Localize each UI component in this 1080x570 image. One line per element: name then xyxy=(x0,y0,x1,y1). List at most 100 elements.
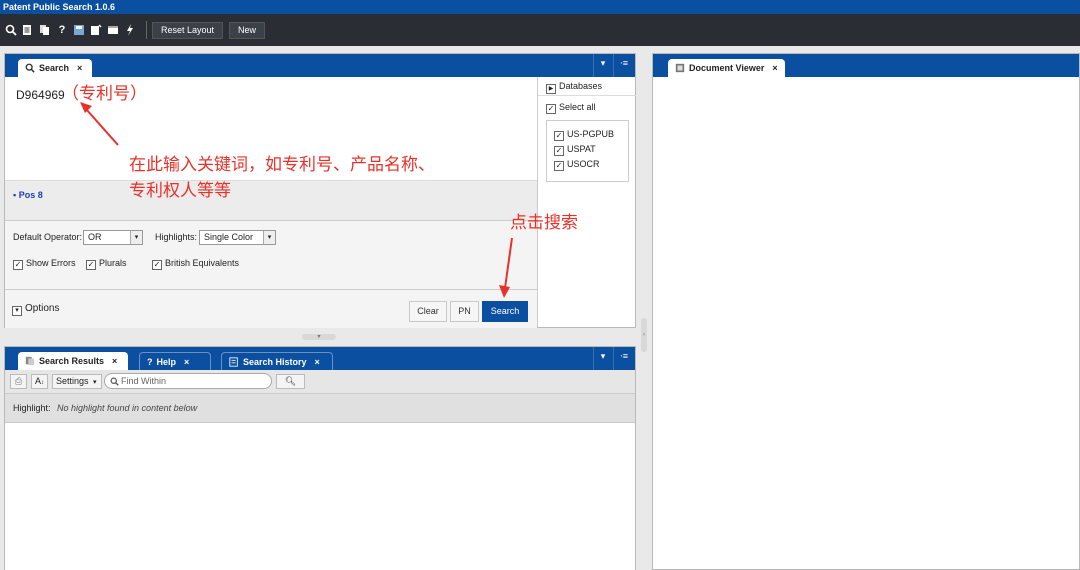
chevron-down-icon: ▾ xyxy=(130,231,142,244)
search-plus-icon: 🔍︎ xyxy=(284,376,297,386)
plurals-label: Plurals xyxy=(99,258,127,268)
results-toolbar: ⎙ A↕ Settings ▾ Find Within 🔍︎ xyxy=(5,370,635,394)
annotation-patent-number: （专利号） xyxy=(62,84,147,104)
highlight-status: No highlight found in content below xyxy=(57,403,198,413)
checkbox-checked-icon: ✓ xyxy=(554,146,564,156)
close-icon[interactable]: × xyxy=(112,356,117,366)
expand-icon: ▾ xyxy=(12,306,22,316)
chevron-down-icon: ▾ xyxy=(93,379,97,386)
checkbox-checked-icon: ✓ xyxy=(13,260,23,270)
search-options-button[interactable]: 🔍︎ xyxy=(276,374,305,389)
database-label: USOCR xyxy=(567,159,600,169)
database-label: USPAT xyxy=(567,144,596,154)
clear-button[interactable]: Clear xyxy=(409,301,447,322)
panel-menu-icon[interactable]: ⋅≡ xyxy=(617,58,631,69)
find-within-field[interactable]: Find Within xyxy=(104,373,272,389)
show-errors-checkbox[interactable]: ✓ Show Errors xyxy=(13,258,76,270)
highlights-label: Highlights: xyxy=(155,232,198,242)
app-title: Patent Public Search 1.0.6 xyxy=(0,0,1080,14)
close-icon[interactable]: × xyxy=(77,63,82,73)
options-label: Options xyxy=(25,303,60,314)
font-size-icon[interactable]: A↕ xyxy=(31,374,48,389)
results-panel: Search Results × ? Help × Search History… xyxy=(4,346,636,570)
help-icon[interactable]: ? xyxy=(55,23,69,37)
checkbox-checked-icon: ✓ xyxy=(152,260,162,270)
tab-search-label: Search xyxy=(39,63,70,73)
history-icon xyxy=(229,356,238,367)
tab-help[interactable]: ? Help × xyxy=(139,352,211,370)
options-toggle[interactable]: ▾ Options xyxy=(12,303,59,316)
search-icon[interactable] xyxy=(4,23,18,37)
save-icon[interactable] xyxy=(72,23,86,37)
database-us-pgpub-checkbox[interactable]: ✓ US-PGPUB xyxy=(554,129,614,141)
settings-label: Settings xyxy=(56,376,89,386)
tab-search[interactable]: Search × xyxy=(18,59,92,77)
tab-search-results[interactable]: Search Results × xyxy=(18,352,128,370)
tab-search-results-label: Search Results xyxy=(39,356,105,366)
document-list-icon[interactable] xyxy=(21,23,35,37)
british-equivalents-label: British Equivalents xyxy=(165,258,240,268)
search-button[interactable]: Search xyxy=(482,301,528,322)
annotation-click-search: 点击搜索 xyxy=(510,213,578,233)
select-all-checkbox[interactable]: ✓ Select all xyxy=(546,102,596,114)
new-note-icon[interactable] xyxy=(89,23,103,37)
search-panel-header: Search × ▾ ⋅≡ xyxy=(5,54,635,77)
pn-button[interactable]: PN xyxy=(450,301,479,322)
query-text: D964969 xyxy=(16,88,65,102)
results-content[interactable] xyxy=(5,424,635,570)
tab-document-viewer-label: Document Viewer xyxy=(689,63,765,73)
main-toolbar: ? Reset Layout New xyxy=(0,14,1080,46)
document-viewer-header: Document Viewer × xyxy=(653,54,1079,77)
default-operator-label: Default Operator: xyxy=(13,232,83,242)
horizontal-splitter-handle[interactable]: ▾ xyxy=(302,334,336,340)
settings-dropdown[interactable]: Settings ▾ xyxy=(52,374,102,389)
results-panel-header: Search Results × ? Help × Search History… xyxy=(5,347,635,370)
reset-layout-button[interactable]: Reset Layout xyxy=(152,21,224,39)
print-icon[interactable]: ⎙ xyxy=(10,374,27,389)
search-icon xyxy=(110,377,119,386)
tab-search-history-label: Search History xyxy=(243,356,307,367)
pos-indicator: ▪ Pos 8 xyxy=(13,190,43,200)
tab-search-history[interactable]: Search History × xyxy=(221,352,333,370)
checkbox-checked-icon: ✓ xyxy=(554,161,564,171)
close-icon[interactable]: × xyxy=(772,63,777,73)
tab-help-label: Help xyxy=(156,356,177,367)
chevron-down-icon[interactable]: ▾ xyxy=(596,351,610,362)
toolbar-divider xyxy=(146,21,147,39)
default-operator-select[interactable]: OR ▾ xyxy=(83,230,143,245)
close-icon[interactable]: × xyxy=(315,357,320,367)
window-icon[interactable] xyxy=(106,23,120,37)
annotation-keyword-line2: 专利权人等等 xyxy=(129,181,231,201)
plurals-checkbox[interactable]: ✓ Plurals xyxy=(86,258,127,270)
new-button[interactable]: New xyxy=(229,21,266,39)
tab-document-viewer[interactable]: Document Viewer × xyxy=(668,59,785,77)
header-divider xyxy=(613,347,614,370)
database-label: US-PGPUB xyxy=(567,129,615,139)
databases-header-label: Databases xyxy=(559,81,603,91)
database-usocr-checkbox[interactable]: ✓ USOCR xyxy=(554,159,600,171)
header-divider xyxy=(593,347,594,370)
checkbox-checked-icon: ✓ xyxy=(546,104,556,114)
chevron-down-icon[interactable]: ▾ xyxy=(596,58,610,69)
database-uspat-checkbox[interactable]: ✓ USPAT xyxy=(554,144,596,156)
highlight-label: Highlight: xyxy=(13,403,51,413)
select-all-label: Select all xyxy=(559,102,596,112)
copy-icon[interactable] xyxy=(38,23,52,37)
lightning-icon[interactable] xyxy=(123,23,137,37)
help-icon: ? xyxy=(147,356,153,367)
show-errors-label: Show Errors xyxy=(26,258,76,268)
chevron-down-icon: ▾ xyxy=(263,231,275,244)
close-icon[interactable]: × xyxy=(184,357,189,367)
document-icon xyxy=(675,63,685,73)
document-viewer-panel: Document Viewer × xyxy=(652,53,1080,570)
vertical-splitter-handle[interactable]: › xyxy=(641,318,647,352)
header-divider xyxy=(593,54,594,77)
highlights-select[interactable]: Single Color ▾ xyxy=(199,230,276,245)
panel-menu-icon[interactable]: ⋅≡ xyxy=(617,351,631,362)
database-list: ✓ US-PGPUB ✓ USPAT ✓ USOCR xyxy=(546,120,629,182)
databases-header[interactable]: ▶ Databases xyxy=(546,81,602,94)
highlights-value: Single Color xyxy=(204,232,254,242)
search-icon xyxy=(25,63,35,73)
british-equivalents-checkbox[interactable]: ✓ British Equivalents xyxy=(152,258,239,270)
play-icon: ▶ xyxy=(546,84,556,94)
